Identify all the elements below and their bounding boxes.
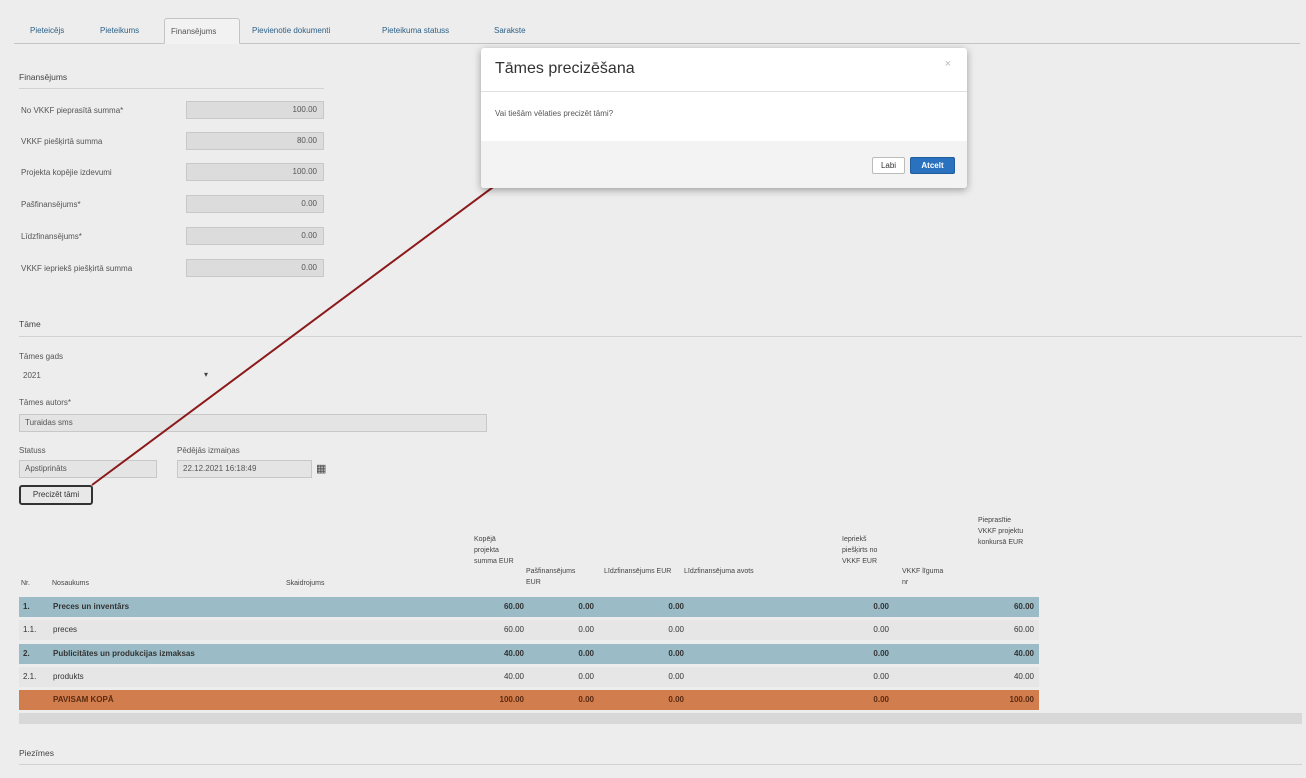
dialog-cancel-button[interactable]: Atcelt (910, 157, 955, 174)
dialog-message: Vai tiešām vēlaties precizēt tāmi? (495, 109, 614, 118)
divider (481, 91, 967, 92)
confirm-dialog: Tāmes precizēšana × Vai tiešām vēlaties … (481, 48, 967, 188)
close-icon[interactable]: × (945, 58, 951, 70)
dialog-title: Tāmes precizēšana (495, 60, 635, 77)
dialog-footer: Labi Atcelt (481, 141, 967, 188)
dialog-confirm-button[interactable]: Labi (872, 157, 905, 174)
